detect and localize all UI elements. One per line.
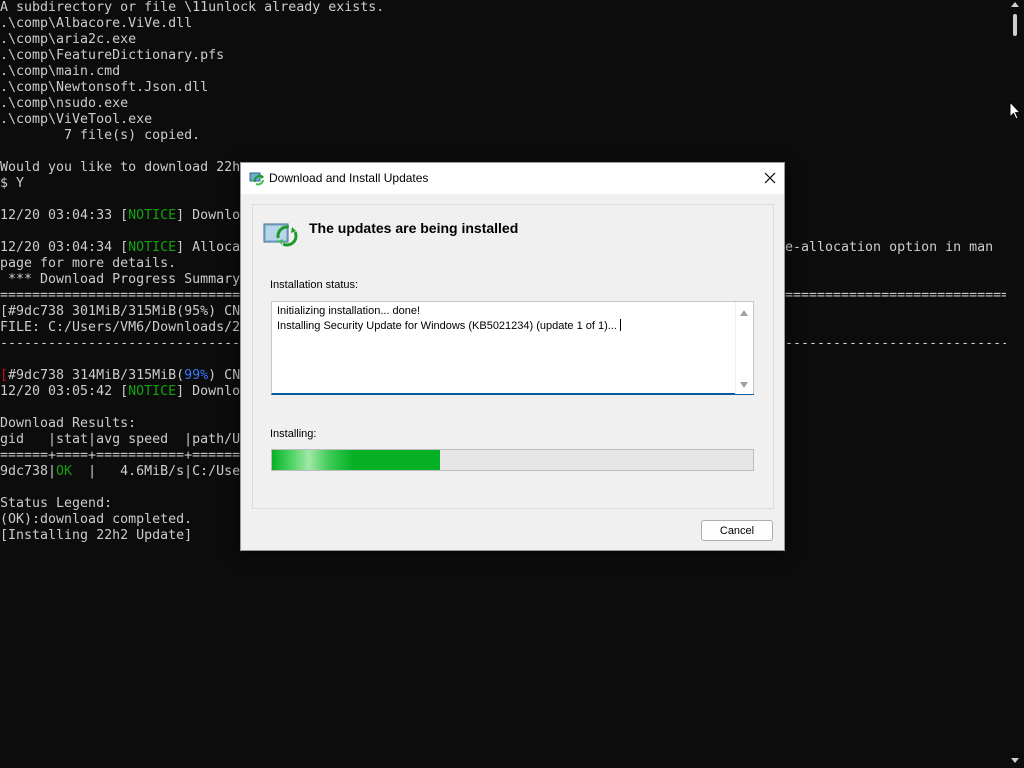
close-button[interactable] xyxy=(756,163,784,193)
update-arrows-icon xyxy=(263,223,298,247)
console-line: Download Results: xyxy=(0,416,137,431)
text-caret xyxy=(619,319,621,331)
status-scrollbar[interactable] xyxy=(735,302,753,394)
install-progress-bar xyxy=(271,449,754,471)
status-line: Installing Security Update for Windows (… xyxy=(277,319,621,332)
console-line: 12/20 03:04:33 [NOTICE] Downlo xyxy=(0,208,241,223)
console-line: $ Y xyxy=(0,176,25,191)
scroll-down-arrow-icon[interactable] xyxy=(740,382,748,388)
console-line: (OK):download completed. xyxy=(0,512,193,527)
console-line: A subdirectory or file \11unlock already… xyxy=(0,0,385,15)
installing-label: Installing: xyxy=(270,428,317,440)
scroll-up-arrow-icon[interactable] xyxy=(740,310,748,316)
console-line: [#9dc738 301MiB/315MiB(95%) CN xyxy=(0,304,241,319)
console-line: ========================================… xyxy=(785,288,1006,303)
console-line: Status Legend: xyxy=(0,496,113,511)
console-line: .\comp\Albacore.ViVe.dll xyxy=(0,16,193,31)
console-line: 12/20 03:05:42 [NOTICE] Downlo xyxy=(0,384,241,399)
scroll-down-arrow-icon[interactable] xyxy=(1011,758,1019,763)
scrollbar-thumb[interactable] xyxy=(1013,14,1017,36)
installation-status-label: Installation status: xyxy=(270,279,359,291)
console-line: *** Download Progress Summary xyxy=(0,272,241,287)
update-dialog: Download and Install Updates The updates… xyxy=(240,162,785,551)
console-line: 9dc738|OK | 4.6MiB/s|C:/Use xyxy=(0,464,241,479)
console-line: FILE: C:/Users/VM6/Downloads/2 xyxy=(0,320,241,335)
console-line: 12/20 03:04:34 [NOTICE] Alloca xyxy=(0,240,241,255)
dialog-title: Download and Install Updates xyxy=(269,171,429,185)
dialog-heading: The updates are being installed xyxy=(309,220,519,236)
console-line: e-allocation option in man xyxy=(785,240,994,255)
console-line: ----------------------------------------… xyxy=(785,336,1006,351)
console-line: page for more details. xyxy=(0,256,177,271)
console-line: .\comp\main.cmd xyxy=(0,64,121,79)
console-line: ============================== xyxy=(0,288,241,303)
console-line: ------------------------------ xyxy=(0,336,241,351)
console-line: 7 file(s) copied. xyxy=(0,128,201,143)
status-line: Initializing installation... done! xyxy=(277,305,421,317)
dialog-titlebar[interactable]: Download and Install Updates xyxy=(241,163,784,194)
mouse-pointer-icon xyxy=(1009,101,1021,120)
console-line: .\comp\nsudo.exe xyxy=(0,96,129,111)
console-line: [Installing 22h2 Update] xyxy=(0,528,193,543)
close-icon xyxy=(764,172,776,184)
progress-fill xyxy=(272,450,441,470)
console-line: Would you like to download 22h xyxy=(0,160,241,175)
console-line: ======+====+===========+====== xyxy=(0,448,241,463)
console-line: gid |stat|avg speed |path/U xyxy=(0,432,241,447)
scroll-up-arrow-icon[interactable] xyxy=(1011,2,1019,7)
console-line: .\comp\FeatureDictionary.pfs xyxy=(0,48,225,63)
console-line: .\comp\aria2c.exe xyxy=(0,32,137,47)
windows-update-icon xyxy=(249,172,264,186)
console-line: [#9dc738 314MiB/315MiB(99%) CN xyxy=(0,368,241,383)
cancel-button[interactable]: Cancel xyxy=(701,520,773,541)
console-line: .\comp\ViVeTool.exe xyxy=(0,112,153,127)
console-line: .\comp\Newtonsoft.Json.dll xyxy=(0,80,209,95)
installation-status-textbox[interactable]: Initializing installation... done! Insta… xyxy=(271,301,754,395)
